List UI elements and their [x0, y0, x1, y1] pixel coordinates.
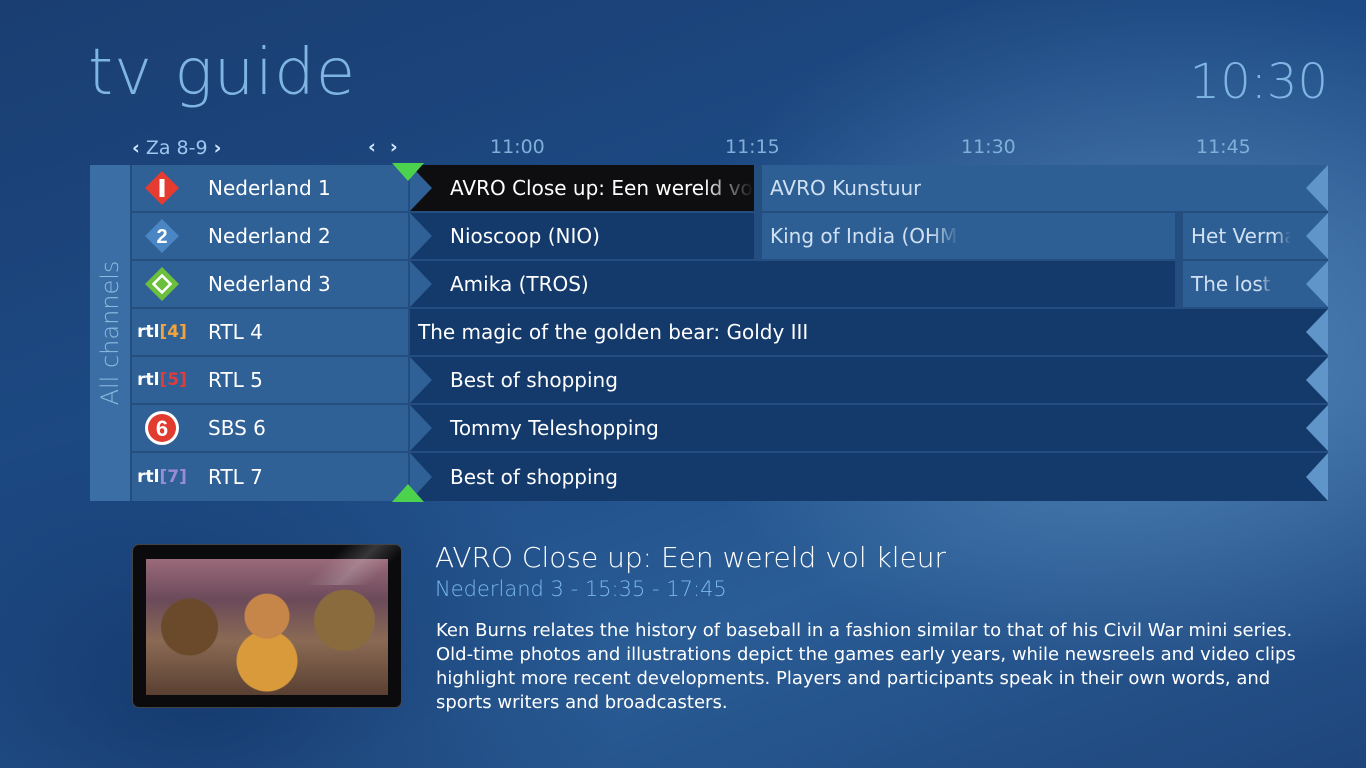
channel-name: Nederland 3	[208, 272, 331, 296]
channel-name: Nederland 2	[208, 224, 331, 248]
program-cell[interactable]: AVRO Kunstuur	[762, 165, 1328, 211]
program-cell[interactable]: Best of shopping	[410, 453, 1328, 501]
rtl5-logo: rtl[5]	[137, 370, 187, 390]
program-title: The magic of the golden bear: Goldy III	[418, 320, 809, 344]
channel-sbs-6[interactable]: 6 SBS 6	[132, 405, 408, 451]
channel-rtl-5[interactable]: rtl[5] RTL 5	[132, 357, 408, 403]
program-title: Best of shopping	[450, 368, 618, 392]
program-title: The lost tapes	[1191, 272, 1273, 296]
channel-nederland-2[interactable]: 2 Nederland 2	[132, 213, 408, 259]
logo-text: rtl	[137, 370, 160, 390]
svg-text:6: 6	[156, 416, 168, 441]
channel-row: rtl[5] RTL 5 Best of shopping	[132, 357, 1328, 403]
program-cell[interactable]: The lost tapes	[1183, 261, 1328, 307]
program-title: Best of shopping	[450, 465, 618, 489]
sbs6-logo: 6	[132, 405, 192, 451]
date-label: Za 8-9	[145, 137, 208, 159]
logo-text: rtl	[137, 467, 160, 487]
channel-row: rtl[7] RTL 7 Best of shopping	[132, 453, 1328, 501]
channel-row: rtl[4] RTL 4 The magic of the golden bea…	[132, 309, 1328, 355]
rtl4-logo: rtl[4]	[137, 322, 187, 342]
program-title: King of India (OHM)	[770, 224, 960, 248]
rtl7-logo: rtl[7]	[137, 467, 187, 487]
program-cell[interactable]: Amika (TROS)	[410, 261, 1175, 307]
program-title: Amika (TROS)	[450, 272, 589, 296]
channel-name: RTL 5	[208, 368, 263, 392]
logo-number: 5	[167, 370, 180, 390]
channel-name: Nederland 1	[208, 176, 331, 200]
channel-rtl-7[interactable]: rtl[7] RTL 7	[132, 453, 408, 501]
program-title: Het Vermaak	[1191, 224, 1291, 248]
program-title: Tommy Teleshopping	[450, 416, 659, 440]
now-marker-bottom-icon	[392, 484, 424, 502]
timeline-tick: 11:15	[725, 136, 780, 158]
logo-text: rtl	[137, 322, 160, 342]
timeline-tick: 11:30	[961, 136, 1016, 158]
timeline-tick: 11:00	[490, 136, 545, 158]
channel-row: Nederland 1 AVRO Close up: Een wereld vo…	[132, 165, 1328, 211]
program-cell[interactable]: King of India (OHM)	[762, 213, 1175, 259]
clock: 10:30	[1189, 54, 1328, 110]
program-cell[interactable]: The magic of the golden bear: Goldy III	[410, 309, 1328, 355]
details-meta: Nederland 3 - 15:35 - 17:45	[435, 577, 727, 601]
timeline-tick: 11:45	[1196, 136, 1251, 158]
channel-row: 6 SBS 6 Tommy Teleshopping	[132, 405, 1328, 451]
chevron-left-icon[interactable]: ‹	[368, 136, 376, 158]
page-title: tv guide	[88, 36, 357, 110]
npo2-logo: 2	[132, 213, 192, 259]
now-marker-top-icon	[392, 163, 424, 181]
program-thumbnail[interactable]	[133, 545, 401, 707]
program-cell[interactable]: Het Vermaak	[1183, 213, 1328, 259]
program-title: AVRO Kunstuur	[770, 176, 922, 200]
date-selector: ‹ Za 8-9 ›	[132, 136, 221, 160]
chevron-left-icon[interactable]: ‹	[132, 137, 140, 159]
logo-number: 7	[167, 467, 180, 487]
time-nav: ‹ ›	[368, 136, 398, 158]
program-cell-selected[interactable]: AVRO Close up: Een wereld vol kleur	[410, 165, 754, 211]
chevron-right-icon[interactable]: ›	[214, 137, 222, 159]
chevron-right-icon[interactable]: ›	[390, 136, 398, 158]
details-title: AVRO Close up: Een wereld vol kleur	[435, 541, 947, 574]
npo3-logo	[132, 261, 192, 307]
program-title: AVRO Close up: Een wereld vol kleur	[450, 176, 754, 200]
channel-nederland-3[interactable]: Nederland 3	[132, 261, 408, 307]
all-channels-label: All channels	[96, 260, 124, 406]
program-cell[interactable]: Nioscoop (NIO)	[410, 213, 754, 259]
npo1-logo	[132, 165, 192, 211]
logo-number: 4	[167, 322, 180, 342]
channel-name: RTL 7	[208, 465, 263, 489]
details-description: Ken Burns relates the history of basebal…	[436, 620, 1296, 713]
channel-nederland-1[interactable]: Nederland 1	[132, 165, 408, 211]
all-channels-tab[interactable]: All channels	[90, 165, 130, 501]
program-cell[interactable]: Best of shopping	[410, 357, 1328, 403]
channel-row: Nederland 3 Amika (TROS) The lost tapes	[132, 261, 1328, 307]
channel-name: SBS 6	[208, 416, 266, 440]
channel-rtl-4[interactable]: rtl[4] RTL 4	[132, 309, 408, 355]
channel-row: 2 Nederland 2 Nioscoop (NIO) King of Ind…	[132, 213, 1328, 259]
channel-name: RTL 4	[208, 320, 263, 344]
svg-text:2: 2	[156, 226, 167, 248]
program-cell[interactable]: Tommy Teleshopping	[410, 405, 1328, 451]
program-title: Nioscoop (NIO)	[450, 224, 600, 248]
